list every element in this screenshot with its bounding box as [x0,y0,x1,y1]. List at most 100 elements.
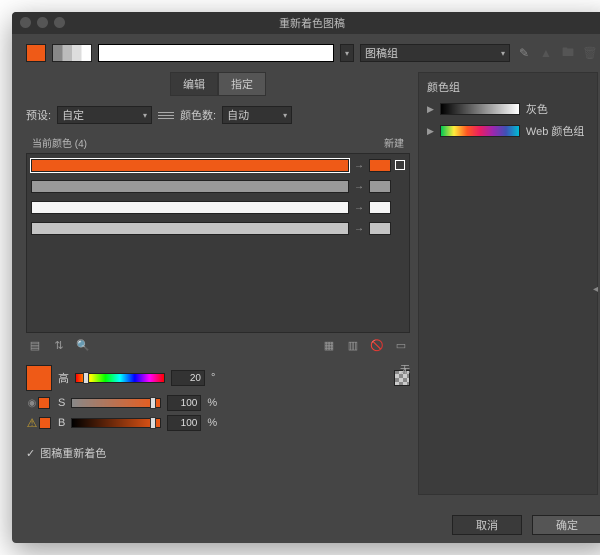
randomize-icon[interactable]: ⇅ [50,337,68,353]
checkmark-icon: ✓ [26,447,35,460]
minimize-icon[interactable] [37,17,48,28]
body: 编辑 指定 预设: 自定 ▾ 颜色数: 自动 ▾ [26,72,598,495]
convert-icon[interactable]: ◉ [28,398,37,409]
hue-field[interactable]: 20 [171,370,205,386]
arrow-right-icon[interactable]: → [353,160,365,171]
footer: 取消 确定 [12,507,600,543]
tabs: 编辑 指定 [26,72,410,96]
bri-row: ⚠ B 100 % [26,415,410,431]
color-count-select[interactable]: 自动 ▾ [222,106,292,124]
color-bar[interactable] [31,222,349,235]
window-controls[interactable] [20,17,65,28]
hue-label: 高 [58,370,69,386]
bri-slider[interactable] [71,418,161,428]
active-color-swatch[interactable] [26,44,46,62]
preset-label: 预设: [26,107,51,123]
zoom-icon[interactable] [54,17,65,28]
hsb-area: 无 高 20 ° ◉ S [26,365,410,435]
window-title: 重新着色图稿 [279,15,345,31]
merge-icon[interactable]: ▦ [320,337,338,353]
chevron-down-icon: ▾ [501,49,505,58]
sort-icon[interactable]: ▤ [26,337,44,353]
chevron-down-icon: ▾ [283,111,287,120]
close-icon[interactable] [20,17,31,28]
chevron-down-icon: ▾ [143,111,147,120]
color-bar[interactable] [31,180,349,193]
find-icon[interactable]: 🔍 [74,337,92,353]
hue-slider[interactable] [75,373,165,383]
current-colors-section: 当前颜色 (4) 新建 → → → → ▤ ⇅ 🔍 ▦ ▥ 🚫 ▭ [26,132,410,357]
content: ▾ 图稿组 ▾ ✎ ▲ 🖿 🗑 编辑 指定 预设: 自定 ▾ [12,34,600,507]
sat-row: ◉ S 100 % [26,395,410,411]
new-group-icon[interactable]: ▲ [538,45,554,61]
folder-icon[interactable]: 🖿 [560,45,576,61]
active-color-group-strip[interactable] [52,44,92,62]
color-group-item[interactable]: ▶ Web 颜色组 [427,123,589,139]
name-field-dropdown[interactable]: ▾ [340,44,354,62]
exclude-icon[interactable]: 🚫 [368,337,386,353]
current-colors-label: 当前颜色 (4) [32,135,87,150]
group-label: Web 颜色组 [526,123,584,139]
triangle-right-icon: ▶ [427,104,434,115]
color-list: → → → → [26,153,410,333]
color-row[interactable]: → [27,219,409,237]
none-label: 无 [400,361,410,376]
color-count-label: 颜色数: [180,107,216,123]
new-color-label: 新建 [384,135,404,150]
panel-collapse-icon[interactable]: ◂ [593,284,598,295]
gamut-swatch-icon [39,417,51,429]
color-bar[interactable] [31,201,349,214]
name-field[interactable] [98,44,334,62]
tab-edit[interactable]: 编辑 [170,72,218,96]
new-row-icon[interactable]: ▭ [392,337,410,353]
new-color-swatch[interactable] [369,180,391,193]
eyedropper-icon[interactable]: ✎ [516,45,532,61]
hsb-swatch[interactable] [26,365,52,391]
arrow-right-icon[interactable]: → [353,223,365,234]
artwork-group-label: 图稿组 [365,45,398,61]
sat-field[interactable]: 100 [167,395,201,411]
preset-select[interactable]: 自定 ▾ [57,106,152,124]
recolor-label: 图稿重新着色 [40,445,106,461]
list-toolbar: ▤ ⇅ 🔍 ▦ ▥ 🚫 ▭ [26,333,410,357]
arrow-right-icon[interactable]: → [353,202,365,213]
group-preview [440,103,520,115]
preset-row: 预设: 自定 ▾ 颜色数: 自动 ▾ [26,106,410,124]
hue-row: 高 20 ° [26,365,410,391]
selected-indicator-icon [395,160,405,170]
color-group-list: ▶灰色▶Web 颜色组 [427,101,589,139]
trash-icon[interactable]: 🗑 [582,45,598,61]
bri-label: B [58,417,65,429]
color-groups-header: 颜色组 [427,79,589,95]
titlebar: 重新着色图稿 [12,12,600,34]
left-pane: 编辑 指定 预设: 自定 ▾ 颜色数: 自动 ▾ [26,72,410,495]
new-color-swatch[interactable] [369,201,391,214]
hue-unit: ° [211,372,215,384]
color-bar[interactable] [31,159,349,172]
new-color-swatch[interactable] [369,222,391,235]
color-row[interactable]: → [27,156,409,174]
color-row[interactable]: → [27,198,409,216]
recolor-checkbox[interactable]: ✓ 图稿重新着色 [26,445,410,461]
warning-icon[interactable]: ⚠ [27,416,38,430]
new-color-swatch[interactable] [369,159,391,172]
tab-assign[interactable]: 指定 [218,72,266,96]
cancel-button[interactable]: 取消 [452,515,522,535]
bri-unit: % [207,417,217,429]
color-rows: → → → → [27,154,409,332]
sat-unit: % [207,397,217,409]
separate-icon[interactable]: ▥ [344,337,362,353]
color-row[interactable]: → [27,177,409,195]
bri-field[interactable]: 100 [167,415,201,431]
triangle-right-icon: ▶ [427,126,434,137]
sat-slider[interactable] [71,398,161,408]
color-group-item[interactable]: ▶灰色 [427,101,589,117]
preset-value: 自定 [62,107,84,123]
arrow-right-icon[interactable]: → [353,181,365,192]
orig-swatch-icon [38,397,50,409]
dialog-window: 重新着色图稿 ▾ 图稿组 ▾ ✎ ▲ 🖿 🗑 编辑 指定 [12,12,600,543]
ok-button[interactable]: 确定 [532,515,600,535]
preset-menu-icon[interactable] [158,107,174,123]
artwork-group-select[interactable]: 图稿组 ▾ [360,44,510,62]
list-header: 当前颜色 (4) 新建 [26,132,410,153]
